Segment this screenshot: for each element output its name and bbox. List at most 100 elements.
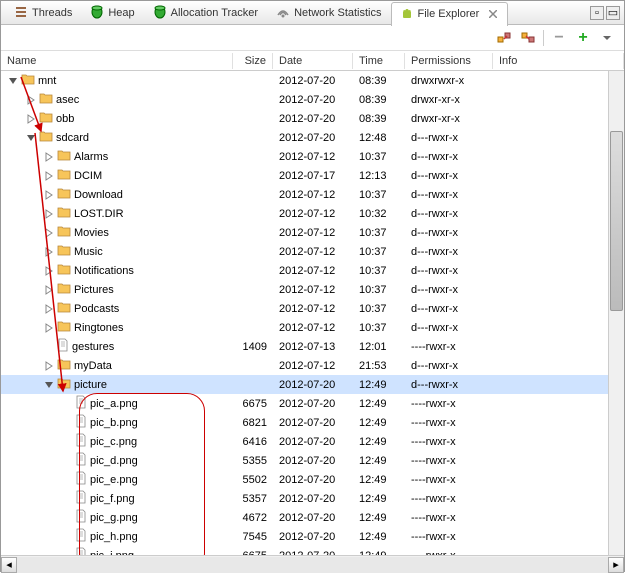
item-permissions: drwxr-xr-x: [405, 94, 493, 106]
item-name: pic_f.png: [90, 493, 135, 505]
item-date: 2012-07-12: [273, 227, 353, 239]
scrollbar-track[interactable]: [17, 557, 608, 573]
minimize-tab-icon[interactable]: ▫: [590, 6, 604, 20]
tab-threads[interactable]: Threads: [5, 1, 81, 25]
table-row[interactable]: mnt2012-07-2008:39drwxrwxr-x: [1, 71, 624, 90]
heap-icon: [90, 5, 104, 22]
item-date: 2012-07-17: [273, 170, 353, 182]
item-time: 10:37: [353, 265, 405, 277]
header-size[interactable]: Size: [233, 53, 273, 69]
add-icon[interactable]: +: [574, 29, 592, 47]
table-row[interactable]: pic_c.png64162012-07-2012:49----rwxr-x: [1, 432, 624, 451]
close-icon[interactable]: [487, 8, 499, 20]
item-permissions: d---rwxr-x: [405, 246, 493, 258]
item-time: 12:49: [353, 474, 405, 486]
item-date: 2012-07-12: [273, 284, 353, 296]
table-row[interactable]: pic_e.png55022012-07-2012:49----rwxr-x: [1, 470, 624, 489]
expand-open-icon[interactable]: [8, 76, 18, 86]
expand-closed-icon[interactable]: [44, 171, 54, 181]
expand-none: [44, 342, 54, 352]
item-time: 12:49: [353, 417, 405, 429]
table-row[interactable]: Ringtones2012-07-1210:37d---rwxr-x: [1, 318, 624, 337]
expand-closed-icon[interactable]: [44, 228, 54, 238]
tab-file-explorer[interactable]: File Explorer: [391, 2, 509, 26]
maximize-tab-icon[interactable]: ▭: [606, 6, 620, 20]
pull-file-icon[interactable]: [495, 29, 513, 47]
item-time: 10:37: [353, 189, 405, 201]
header-time[interactable]: Time: [353, 53, 405, 69]
expand-closed-icon[interactable]: [26, 114, 36, 124]
item-date: 2012-07-20: [273, 493, 353, 505]
table-row[interactable]: Pictures2012-07-1210:37d---rwxr-x: [1, 280, 624, 299]
item-name: Music: [74, 246, 103, 258]
tab-allocation[interactable]: Allocation Tracker: [144, 1, 267, 25]
table-row[interactable]: pic_h.png75452012-07-2012:49----rwxr-x: [1, 527, 624, 546]
table-row[interactable]: obb2012-07-2008:39drwxr-xr-x: [1, 109, 624, 128]
header-permissions[interactable]: Permissions: [405, 53, 493, 69]
expand-closed-icon[interactable]: [26, 95, 36, 105]
expand-closed-icon[interactable]: [44, 285, 54, 295]
item-time: 12:48: [353, 132, 405, 144]
table-row[interactable]: gestures14092012-07-1312:01----rwxr-x: [1, 337, 624, 356]
table-row[interactable]: myData2012-07-1221:53d---rwxr-x: [1, 356, 624, 375]
table-row[interactable]: asec2012-07-2008:39drwxr-xr-x: [1, 90, 624, 109]
item-name: DCIM: [74, 170, 102, 182]
item-permissions: drwxrwxr-x: [405, 75, 493, 87]
item-permissions: d---rwxr-x: [405, 360, 493, 372]
header-date[interactable]: Date: [273, 53, 353, 69]
expand-open-icon[interactable]: [44, 380, 54, 390]
item-date: 2012-07-12: [273, 303, 353, 315]
table-row[interactable]: pic_i.png66752012-07-2012:49----rwxr-x: [1, 546, 624, 555]
scrollbar-thumb[interactable]: [610, 131, 623, 311]
expand-open-icon[interactable]: [26, 133, 36, 143]
expand-closed-icon[interactable]: [44, 323, 54, 333]
expand-closed-icon[interactable]: [44, 209, 54, 219]
table-row[interactable]: Alarms2012-07-1210:37d---rwxr-x: [1, 147, 624, 166]
item-permissions: d---rwxr-x: [405, 208, 493, 220]
view-menu-icon[interactable]: [598, 29, 616, 47]
push-file-icon[interactable]: [519, 29, 537, 47]
delete-icon[interactable]: −: [550, 29, 568, 47]
tab-network[interactable]: Network Statistics: [267, 1, 390, 25]
vertical-scrollbar[interactable]: [608, 71, 624, 555]
table-row[interactable]: Movies2012-07-1210:37d---rwxr-x: [1, 223, 624, 242]
table-row[interactable]: Notifications2012-07-1210:37d---rwxr-x: [1, 261, 624, 280]
item-time: 08:39: [353, 75, 405, 87]
tab-label: File Explorer: [418, 8, 480, 20]
table-row[interactable]: pic_d.png53552012-07-2012:49----rwxr-x: [1, 451, 624, 470]
scroll-left-icon[interactable]: ◂: [1, 557, 17, 573]
item-name: picture: [74, 379, 107, 391]
file-icon: [75, 547, 87, 555]
allocation-icon: [153, 5, 167, 22]
item-size: 6675: [233, 398, 273, 410]
header-info[interactable]: Info: [493, 53, 624, 69]
expand-closed-icon[interactable]: [44, 361, 54, 371]
tab-bar: Threads Heap Allocation Tracker Network …: [1, 1, 624, 25]
item-size: 6675: [233, 550, 273, 556]
horizontal-scrollbar[interactable]: ◂ ▸: [1, 555, 624, 573]
header-name[interactable]: Name: [1, 53, 233, 69]
table-row[interactable]: LOST.DIR2012-07-1210:32d---rwxr-x: [1, 204, 624, 223]
table-row[interactable]: pic_a.png66752012-07-2012:49----rwxr-x: [1, 394, 624, 413]
scroll-right-icon[interactable]: ▸: [608, 557, 624, 573]
item-time: 10:32: [353, 208, 405, 220]
expand-closed-icon[interactable]: [44, 266, 54, 276]
expand-closed-icon[interactable]: [44, 304, 54, 314]
table-row[interactable]: pic_f.png53572012-07-2012:49----rwxr-x: [1, 489, 624, 508]
expand-closed-icon[interactable]: [44, 152, 54, 162]
item-permissions: d---rwxr-x: [405, 227, 493, 239]
item-date: 2012-07-12: [273, 246, 353, 258]
table-row[interactable]: Music2012-07-1210:37d---rwxr-x: [1, 242, 624, 261]
expand-closed-icon[interactable]: [44, 247, 54, 257]
table-row[interactable]: pic_g.png46722012-07-2012:49----rwxr-x: [1, 508, 624, 527]
table-row[interactable]: pic_b.png68212012-07-2012:49----rwxr-x: [1, 413, 624, 432]
expand-closed-icon[interactable]: [44, 190, 54, 200]
tab-heap[interactable]: Heap: [81, 1, 143, 25]
table-row[interactable]: picture2012-07-2012:49d---rwxr-x: [1, 375, 624, 394]
table-row[interactable]: sdcard2012-07-2012:48d---rwxr-x: [1, 128, 624, 147]
table-row[interactable]: Download2012-07-1210:37d---rwxr-x: [1, 185, 624, 204]
item-date: 2012-07-20: [273, 474, 353, 486]
tree-rows: mnt2012-07-2008:39drwxrwxr-xasec2012-07-…: [1, 71, 624, 555]
table-row[interactable]: DCIM2012-07-1712:13d---rwxr-x: [1, 166, 624, 185]
table-row[interactable]: Podcasts2012-07-1210:37d---rwxr-x: [1, 299, 624, 318]
